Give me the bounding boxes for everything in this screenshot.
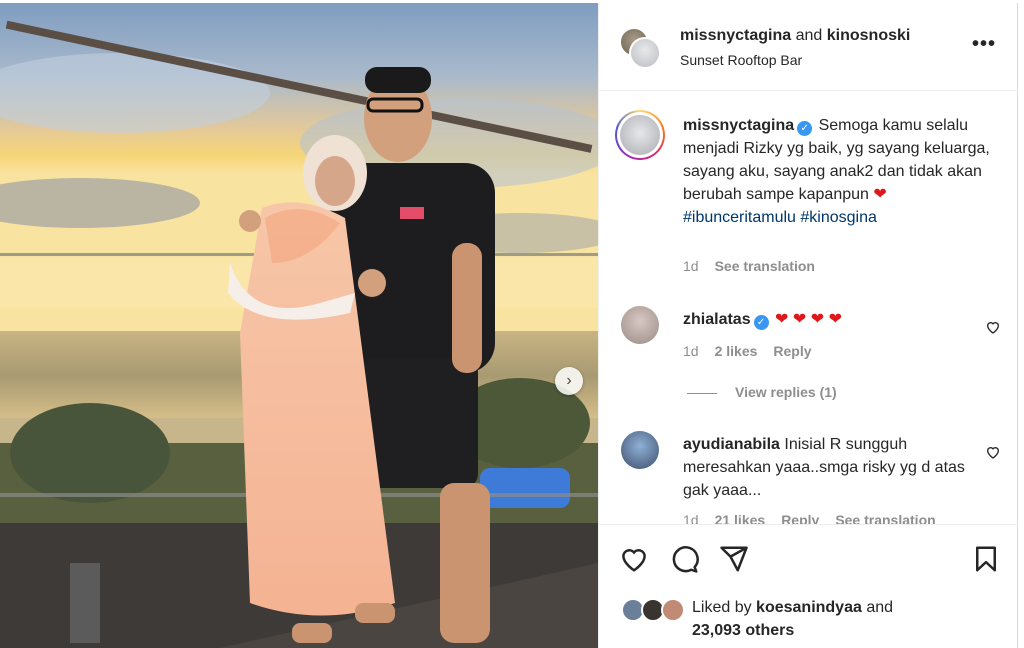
bookmark-icon[interactable]: [971, 544, 1001, 574]
caption-time[interactable]: 1d: [683, 258, 699, 274]
verified-icon: ✓: [797, 121, 813, 136]
story-ring-avatar[interactable]: [615, 110, 665, 160]
reply-button[interactable]: Reply: [781, 512, 819, 524]
comment-username[interactable]: zhialatas: [683, 311, 751, 328]
comment: ayudianabila Inisial R sungguh meresahka…: [683, 433, 983, 502]
post-photo[interactable]: ›: [0, 3, 598, 648]
likes-count[interactable]: 21 likes: [715, 512, 766, 524]
location-link[interactable]: Sunset Rooftop Bar: [680, 52, 802, 68]
comment-icon[interactable]: [669, 544, 699, 574]
avatar[interactable]: [629, 37, 661, 69]
view-replies-button[interactable]: View replies (1): [687, 384, 837, 400]
comment-time[interactable]: 1d: [683, 343, 699, 359]
comments-list[interactable]: missnyctagina ✓ Semoga kamu selalu menjad…: [599, 92, 1019, 524]
chevron-right-icon: ›: [566, 372, 572, 389]
comment-username[interactable]: ayudianabila: [683, 436, 780, 453]
comment-meta: 1d 2 likes Reply: [683, 343, 812, 359]
avatar: [661, 598, 685, 622]
next-photo-button[interactable]: ›: [555, 367, 583, 395]
comment: zhialatas ✓ ❤ ❤ ❤ ❤: [683, 308, 983, 331]
liker-username[interactable]: koesanindyaa: [756, 599, 862, 616]
share-icon[interactable]: [719, 544, 749, 574]
caption: missnyctagina ✓ Semoga kamu selalu menjad…: [683, 114, 993, 229]
post-authors: missnyctagina and kinosnoski: [680, 27, 910, 45]
see-translation-button[interactable]: See translation: [715, 258, 815, 274]
avatar: [620, 115, 660, 155]
hashtag-link[interactable]: #ibunceritamulu: [683, 209, 796, 226]
comment-time[interactable]: 1d: [683, 512, 699, 524]
heart-emoji: ❤: [873, 186, 887, 203]
divider: [687, 392, 717, 394]
post-actions: Liked by koesanindyaa and 23,093 others: [599, 524, 1019, 648]
view-replies-label: View replies (1): [735, 384, 837, 400]
caption-username[interactable]: missnyctagina: [683, 117, 794, 134]
likes-total[interactable]: 23,093 others: [692, 622, 794, 639]
reply-button[interactable]: Reply: [773, 343, 811, 359]
heart-icon[interactable]: [619, 544, 649, 574]
liked-by-prefix: Liked by: [692, 599, 752, 616]
caption-meta: 1d See translation: [683, 258, 815, 274]
heart-icon[interactable]: [985, 319, 1001, 335]
liked-by-summary: Liked by koesanindyaa and 23,093 others: [692, 596, 992, 642]
hashtag-link[interactable]: #kinosgina: [800, 209, 877, 226]
comment-meta: 1d 21 likes Reply See translation: [683, 512, 936, 524]
verified-icon: ✓: [753, 315, 769, 330]
see-translation-button[interactable]: See translation: [835, 512, 935, 524]
avatar[interactable]: [621, 306, 659, 344]
instagram-post-window: › missnyctagina and kinosnoski Sunset Ro…: [0, 0, 1024, 648]
avatar[interactable]: [621, 431, 659, 469]
post-header: missnyctagina and kinosnoski Sunset Roof…: [599, 3, 1019, 91]
comment-text: ❤ ❤ ❤ ❤: [775, 311, 843, 328]
liker-avatars[interactable]: [621, 598, 685, 624]
author-link[interactable]: kinosnoski: [827, 27, 911, 44]
author-joiner: and: [795, 27, 823, 44]
heart-icon[interactable]: [985, 444, 1001, 460]
likes-count[interactable]: 2 likes: [715, 343, 758, 359]
liked-by-and: and: [866, 599, 894, 616]
author-link[interactable]: missnyctagina: [680, 27, 791, 44]
sunset-photo-illustration: [0, 3, 598, 648]
more-icon[interactable]: •••: [972, 33, 996, 56]
collab-avatars[interactable]: [619, 27, 663, 71]
post-details-panel: missnyctagina and kinosnoski Sunset Roof…: [598, 3, 1019, 648]
